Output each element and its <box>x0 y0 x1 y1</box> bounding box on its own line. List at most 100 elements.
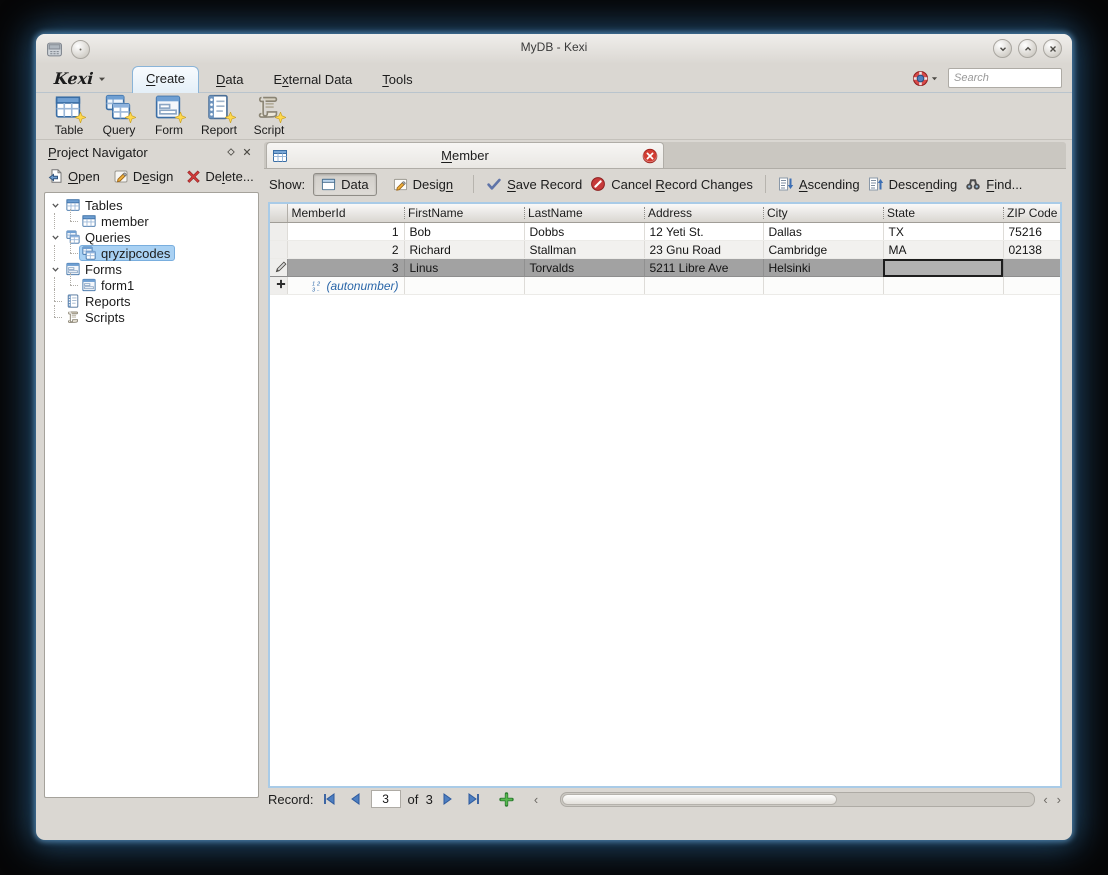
tree-item-forms[interactable]: Forms <box>47 261 256 277</box>
find-button[interactable]: Find... <box>965 176 1022 192</box>
new-cell-memberid[interactable]: 123..(autonumber) <box>287 277 404 295</box>
ribbon-tab-data[interactable]: Data <box>203 68 256 93</box>
tree-item-label: Scripts <box>85 310 125 325</box>
create-form-button[interactable]: Form <box>146 94 192 138</box>
sort-ascending-button[interactable]: Ascending <box>778 176 860 192</box>
pin-button[interactable] <box>71 40 90 59</box>
cell-firstname[interactable]: Richard <box>404 241 524 259</box>
create-query-button[interactable]: Query <box>96 94 142 138</box>
data-view-button[interactable]: Data <box>313 173 376 196</box>
create-report-button[interactable]: Report <box>196 94 242 138</box>
ribbon-tab-external-data[interactable]: External Data <box>261 68 366 93</box>
app-icon[interactable] <box>46 41 63 58</box>
tree-item-tables[interactable]: Tables <box>47 197 256 213</box>
cell-zip-code[interactable]: 02138 <box>1003 241 1060 259</box>
ribbon-tab-create[interactable]: Create <box>132 66 199 93</box>
next-record-button[interactable] <box>440 791 458 807</box>
minimize-button[interactable] <box>993 39 1012 58</box>
new-cell-city[interactable] <box>763 277 883 295</box>
open-icon <box>48 168 64 184</box>
cancel-record-changes-button[interactable]: Cancel Record Changes <box>590 176 753 192</box>
document-tabbar: Member <box>264 142 1066 169</box>
column-header-firstname[interactable]: FirstName <box>404 204 524 223</box>
save-record-label: Save Record <box>507 177 582 192</box>
scroll-left-arrow-icon[interactable]: ‹ <box>1042 793 1048 806</box>
column-header-lastname[interactable]: LastName <box>524 204 644 223</box>
cell-state[interactable]: TX <box>883 223 1003 241</box>
scrollbar-thumb[interactable] <box>562 794 836 805</box>
project-navigator-title: Project Navigator <box>48 145 223 160</box>
tree-item-form1[interactable]: form1 <box>47 277 256 293</box>
create-table-button[interactable]: Table <box>46 94 92 138</box>
navigator-delete-button[interactable]: Delete... <box>186 169 253 184</box>
tree-item-reports[interactable]: Reports <box>47 293 256 309</box>
maximize-button[interactable] <box>1018 39 1037 58</box>
ribbon-tab-tools[interactable]: Tools <box>369 68 425 93</box>
cell-address[interactable]: 12 Yeti St. <box>644 223 763 241</box>
cell-memberid[interactable]: 3 <box>287 259 404 277</box>
panel-close-button[interactable] <box>239 144 255 160</box>
cell-address[interactable]: 23 Gnu Road <box>644 241 763 259</box>
create-script-button[interactable]: Script <box>246 94 292 138</box>
scroll-left-icon[interactable]: ‹ <box>533 793 539 806</box>
new-cell-lastname[interactable] <box>524 277 644 295</box>
cell-city[interactable]: Cambridge <box>763 241 883 259</box>
design-view-button[interactable]: Design <box>385 173 461 196</box>
new-cell-state[interactable] <box>883 277 1003 295</box>
cell-zip-code[interactable] <box>1003 259 1060 277</box>
view-toolbar: Show: Data Design Save Record <box>264 168 1066 200</box>
cell-lastname[interactable]: Stallman <box>524 241 644 259</box>
navigator-open-button[interactable]: Open <box>48 168 100 184</box>
last-record-button[interactable] <box>465 791 483 807</box>
scroll-right-arrow-icon[interactable]: › <box>1056 793 1062 806</box>
save-record-icon <box>486 176 502 192</box>
horizontal-scrollbar[interactable] <box>560 792 1035 807</box>
navigator-design-button[interactable]: Design <box>113 168 173 184</box>
cell-memberid[interactable]: 2 <box>287 241 404 259</box>
previous-record-button[interactable] <box>346 791 364 807</box>
column-header-memberid[interactable]: MemberId <box>287 204 404 223</box>
column-header-address[interactable]: Address <box>644 204 763 223</box>
panel-float-button[interactable] <box>223 144 239 160</box>
first-record-button[interactable] <box>321 791 339 807</box>
cell-zip-code[interactable]: 75216 <box>1003 223 1060 241</box>
tree-connector <box>63 277 79 293</box>
save-record-button[interactable]: Save Record <box>486 176 582 192</box>
sort-descending-button[interactable]: Descending <box>868 176 958 192</box>
add-record-button[interactable] <box>498 791 516 807</box>
toolbar-separator <box>473 175 474 193</box>
tree-item-member[interactable]: member <box>47 213 256 229</box>
tab-close-icon[interactable] <box>642 148 658 164</box>
cell-city[interactable]: Dallas <box>763 223 883 241</box>
expander-chevron-icon[interactable] <box>47 197 63 213</box>
expander-chevron-icon[interactable] <box>47 229 63 245</box>
new-cell-zip-code[interactable] <box>1003 277 1060 295</box>
design-view-icon <box>393 177 408 192</box>
cell-firstname[interactable]: Bob <box>404 223 524 241</box>
cancel-record-changes-label: Cancel Record Changes <box>611 177 753 192</box>
close-window-button[interactable] <box>1043 39 1062 58</box>
cell-city[interactable]: Helsinki <box>763 259 883 277</box>
cell-firstname[interactable]: Linus <box>404 259 524 277</box>
column-header-zip-code[interactable]: ZIP Code <box>1003 204 1060 223</box>
column-header-state[interactable]: State <box>883 204 1003 223</box>
cell-lastname[interactable]: Torvalds <box>524 259 644 277</box>
search-input[interactable] <box>948 68 1062 88</box>
cell-state[interactable]: MA <box>883 241 1003 259</box>
expander-chevron-icon[interactable] <box>47 261 63 277</box>
cell-state[interactable] <box>883 259 1003 277</box>
current-record-input[interactable] <box>371 790 401 808</box>
kexi-menu-button[interactable]: Kexi <box>53 69 107 88</box>
cell-memberid[interactable]: 1 <box>287 223 404 241</box>
new-cell-address[interactable] <box>644 277 763 295</box>
tree-item-queries[interactable]: Queries <box>47 229 256 245</box>
column-header-city[interactable]: City <box>763 204 883 223</box>
cell-address[interactable]: 5211 Libre Ave <box>644 259 763 277</box>
help-menu-icon[interactable] <box>912 70 938 87</box>
new-cell-firstname[interactable] <box>404 277 524 295</box>
tree-item-scripts[interactable]: Scripts <box>47 309 256 325</box>
tab-member[interactable]: Member <box>266 142 664 168</box>
tree-item-qryzipcodes[interactable]: qryzipcodes <box>47 245 256 261</box>
cell-lastname[interactable]: Dobbs <box>524 223 644 241</box>
project-navigator-panel: Project Navigator Open Design Delete... Ta… <box>44 142 259 798</box>
